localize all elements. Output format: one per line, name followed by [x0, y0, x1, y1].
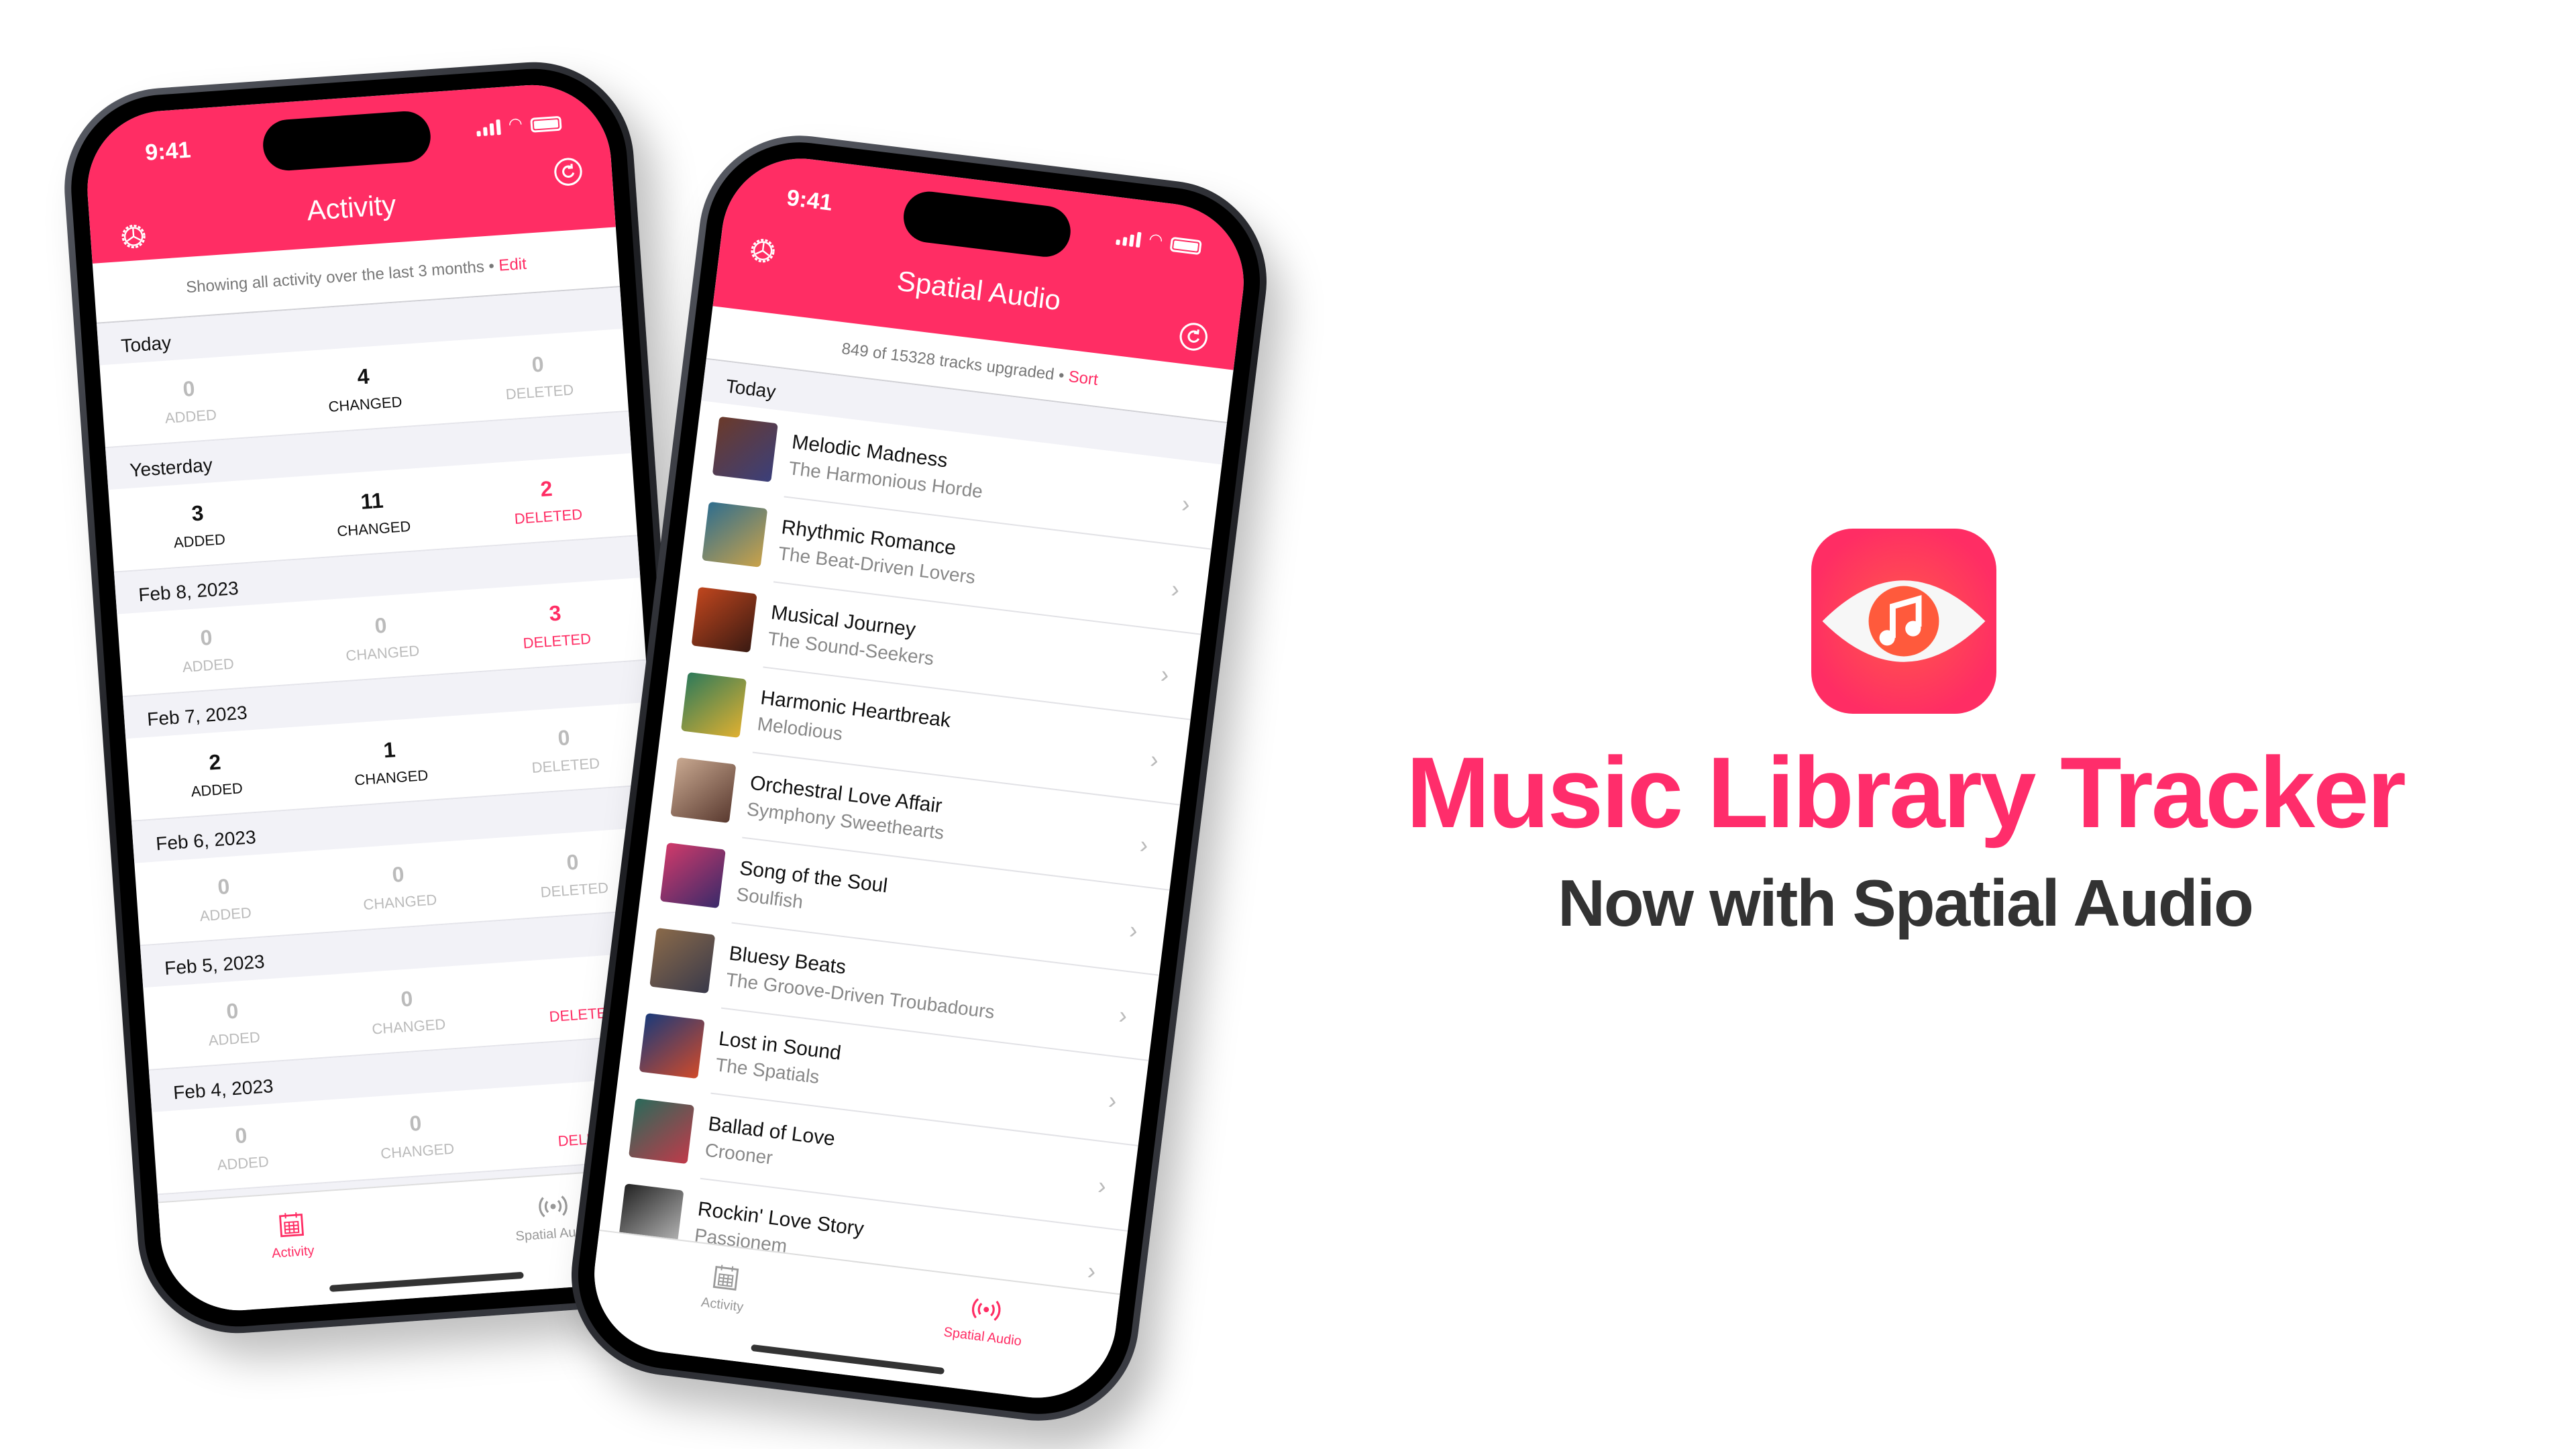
battery-icon	[530, 115, 562, 133]
app-icon	[1811, 529, 1996, 714]
summary-text: Showing all activity over the last 3 mon…	[185, 258, 485, 297]
album-art	[670, 757, 737, 823]
album-art	[680, 672, 747, 738]
changed-count: 0	[391, 861, 405, 887]
deleted-count: 2	[539, 476, 553, 502]
changed-label: CHANGED	[354, 766, 429, 789]
chevron-right-icon: ›	[1096, 1171, 1108, 1200]
deleted-label: DELETED	[513, 505, 583, 527]
deleted-label: DELETED	[504, 381, 574, 403]
added-count: 0	[225, 998, 239, 1024]
stat-added: 3 ADDED	[108, 478, 288, 572]
deleted-label: DELETED	[522, 630, 592, 652]
changed-count: 1	[382, 737, 396, 763]
deleted-count: 0	[531, 352, 545, 377]
wifi-icon: ◠	[1147, 229, 1164, 250]
added-label: ADDED	[173, 531, 226, 551]
added-count: 0	[182, 376, 196, 401]
added-count: 2	[208, 749, 222, 775]
changed-count: 0	[400, 986, 414, 1012]
album-art	[628, 1098, 695, 1165]
added-count: 0	[234, 1123, 248, 1148]
spatial-audio-screen: 9:41 ◠ Spatial Audio 849 of 15328 tracks…	[585, 150, 1253, 1407]
stat-changed: 0 CHANGED	[291, 590, 472, 684]
page-title: Activity	[305, 189, 397, 227]
changed-count: 0	[409, 1110, 423, 1136]
eye-music-note-icon	[1822, 580, 1986, 662]
stat-changed: 1 CHANGED	[300, 714, 480, 808]
changed-label: CHANGED	[380, 1140, 455, 1163]
changed-count: 4	[356, 364, 370, 389]
deleted-count: 3	[548, 600, 562, 626]
stat-added: 0 ADDED	[117, 602, 297, 696]
stat-changed: 0 CHANGED	[317, 963, 498, 1057]
changed-count: 11	[360, 488, 384, 514]
sort-link[interactable]: Sort	[1067, 368, 1099, 389]
status-time: 9:41	[785, 184, 834, 216]
album-art	[639, 1013, 705, 1079]
added-label: ADDED	[182, 655, 235, 676]
album-art	[659, 842, 726, 909]
chevron-right-icon: ›	[1107, 1086, 1119, 1115]
stat-changed: 11 CHANGED	[282, 466, 463, 559]
stat-added: 2 ADDED	[125, 727, 306, 820]
stat-added: 0 ADDED	[134, 851, 315, 945]
summary-text: 849 of 15328 tracks upgraded	[841, 339, 1056, 384]
chevron-right-icon: ›	[1117, 1001, 1129, 1030]
deleted-count: 0	[557, 725, 571, 751]
battery-icon	[1169, 236, 1202, 256]
spatial-audio-phone: 9:41 ◠ Spatial Audio 849 of 15328 tracks…	[559, 124, 1279, 1432]
promo-title: Music Library Tracker	[1406, 736, 2406, 849]
stat-deleted: 2 DELETED	[457, 453, 637, 547]
changed-label: CHANGED	[336, 517, 412, 540]
changed-count: 0	[374, 612, 388, 638]
stat-changed: 0 CHANGED	[309, 839, 489, 932]
signal-icon	[476, 119, 501, 137]
stat-deleted: 3 DELETED	[466, 578, 646, 672]
added-count: 3	[191, 500, 205, 526]
chevron-right-icon: ›	[1128, 916, 1140, 945]
changed-label: CHANGED	[371, 1015, 447, 1038]
added-label: ADDED	[207, 1028, 261, 1049]
chevron-right-icon: ›	[1148, 745, 1161, 774]
signal-icon	[1116, 229, 1142, 248]
added-label: ADDED	[191, 780, 244, 800]
album-art	[691, 586, 757, 653]
refresh-icon[interactable]	[1177, 319, 1211, 354]
added-label: ADDED	[164, 406, 217, 427]
chevron-right-icon: ›	[1138, 830, 1150, 859]
added-label: ADDED	[216, 1152, 270, 1174]
refresh-icon[interactable]	[551, 156, 584, 189]
separator: •	[483, 256, 500, 276]
stat-deleted: 0 DELETED	[448, 329, 629, 423]
deleted-label: DELETED	[531, 755, 600, 777]
tab-activity[interactable]: Activity	[158, 1185, 428, 1316]
wifi-icon: ◠	[507, 114, 523, 134]
stat-changed: 0 CHANGED	[326, 1087, 506, 1181]
dynamic-island	[261, 109, 433, 172]
stat-added: 0 ADDED	[99, 353, 280, 447]
stat-added: 0 ADDED	[152, 1100, 332, 1194]
chevron-right-icon: ›	[1159, 659, 1171, 689]
album-art	[649, 928, 716, 994]
stat-changed: 4 CHANGED	[274, 341, 454, 435]
stat-deleted: 0 DELETED	[474, 702, 655, 796]
stat-added: 0 ADDED	[143, 975, 323, 1069]
album-art	[702, 501, 768, 568]
album-art	[712, 416, 778, 482]
chevron-right-icon: ›	[1180, 489, 1192, 519]
edit-link[interactable]: Edit	[498, 255, 527, 275]
status-time: 9:41	[144, 137, 192, 166]
added-count: 0	[199, 625, 213, 651]
changed-label: CHANGED	[327, 393, 403, 415]
chevron-right-icon: ›	[1085, 1256, 1097, 1285]
added-count: 0	[217, 873, 231, 900]
added-label: ADDED	[199, 904, 252, 925]
chevron-right-icon: ›	[1169, 574, 1181, 604]
changed-label: CHANGED	[362, 891, 438, 914]
promo-subtitle: Now with Spatial Audio	[1558, 866, 2254, 940]
changed-label: CHANGED	[345, 642, 421, 664]
